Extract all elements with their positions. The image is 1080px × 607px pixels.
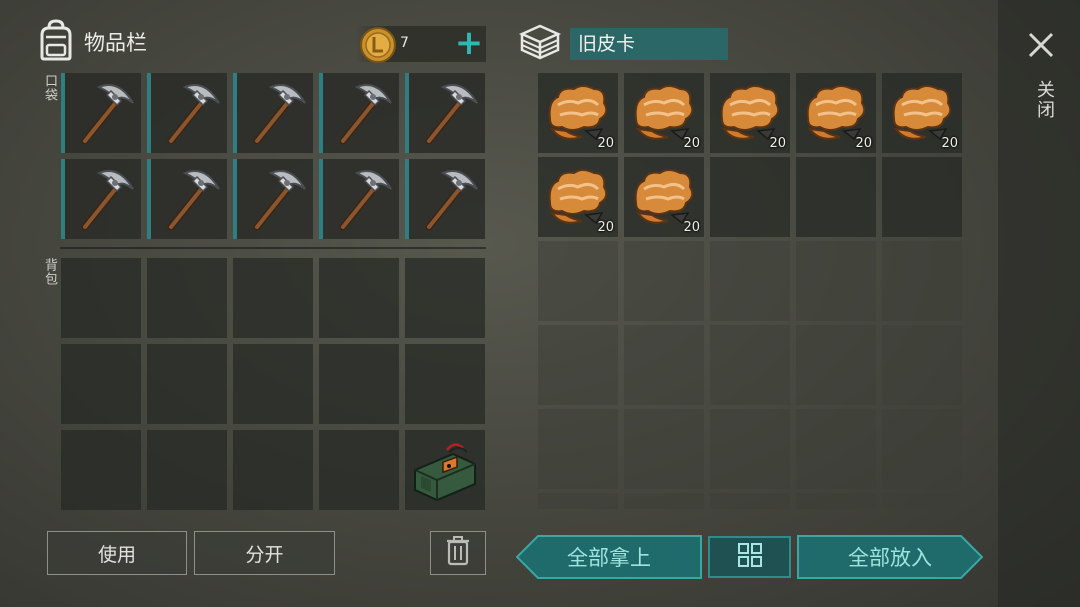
split-button[interactable]: 分开 (194, 531, 335, 575)
backpack-slot[interactable] (405, 344, 485, 424)
container-slot-empty[interactable] (538, 325, 618, 405)
container-slot[interactable]: 20 (538, 157, 618, 237)
container-slot-empty[interactable] (882, 493, 962, 509)
put-all-button[interactable]: 全部放入 (797, 535, 983, 579)
backpack-slot[interactable] (405, 430, 485, 510)
container-slot-empty[interactable] (624, 325, 704, 405)
container-slot-empty[interactable] (710, 409, 790, 489)
pocket-slot[interactable] (147, 159, 227, 239)
backpack-slot[interactable] (147, 430, 227, 510)
backpack-slot[interactable] (319, 430, 399, 510)
close-label[interactable]: 关闭 (1031, 80, 1057, 120)
backpack-slot[interactable] (319, 258, 399, 338)
item-quantity: 20 (683, 220, 700, 235)
container-name: 旧皮卡 (570, 28, 728, 60)
container-slot-empty[interactable] (710, 241, 790, 321)
item-quantity: 20 (597, 220, 614, 235)
backpack-slot[interactable] (319, 344, 399, 424)
backpack-section-label: 背包 (42, 258, 57, 286)
pocket-slot[interactable] (319, 159, 399, 239)
add-currency-button[interactable]: + (452, 26, 486, 62)
container-slot[interactable] (796, 157, 876, 237)
backpack-slot[interactable] (233, 430, 313, 510)
container-slot-empty[interactable] (796, 241, 876, 321)
trash-button[interactable] (430, 531, 486, 575)
inventory-title: 物品栏 (84, 31, 147, 55)
container-slot[interactable]: 20 (538, 73, 618, 153)
pocket-slot[interactable] (233, 73, 313, 153)
put-all-label: 全部放入 (848, 546, 932, 570)
container-slot-empty[interactable] (710, 325, 790, 405)
item-quantity: 20 (769, 136, 786, 151)
container-slot-empty[interactable] (882, 409, 962, 489)
backpack-slot[interactable] (61, 344, 141, 424)
coin-icon (358, 25, 398, 69)
backpack-slot[interactable] (147, 258, 227, 338)
container-header: 旧皮卡 (518, 22, 728, 66)
section-divider (60, 247, 486, 249)
container-slot[interactable]: 20 (624, 73, 704, 153)
container-slot[interactable]: 20 (882, 73, 962, 153)
container-slot-empty[interactable] (796, 493, 876, 509)
currency-display: 7 + (356, 26, 486, 63)
pocket-slot[interactable] (233, 159, 313, 239)
trash-icon (446, 536, 470, 570)
backpack-slot[interactable] (233, 344, 313, 424)
backpack-slot[interactable] (405, 258, 485, 338)
backpack-icon (36, 19, 76, 65)
close-button[interactable] (1018, 22, 1064, 68)
pocket-slot[interactable] (61, 159, 141, 239)
container-slot-empty[interactable] (882, 325, 962, 405)
container-slot-empty[interactable] (710, 493, 790, 509)
container-slot-empty[interactable] (796, 409, 876, 489)
container-slot-empty[interactable] (796, 325, 876, 405)
pocket-slot[interactable] (61, 73, 141, 153)
take-all-label: 全部拿上 (567, 546, 651, 570)
container-slot-empty[interactable] (538, 409, 618, 489)
container-slot[interactable]: 20 (710, 73, 790, 153)
pocket-slot[interactable] (147, 73, 227, 153)
container-slot[interactable] (710, 157, 790, 237)
item-quantity: 20 (683, 136, 700, 151)
container-slot-empty[interactable] (624, 493, 704, 509)
container-slot-empty[interactable] (624, 241, 704, 321)
container-slot[interactable]: 20 (624, 157, 704, 237)
container-slot-empty[interactable] (882, 241, 962, 321)
backpack-slot[interactable] (61, 258, 141, 338)
crate-icon (518, 22, 562, 66)
item-quantity: 20 (941, 136, 958, 151)
backpack-slot[interactable] (233, 258, 313, 338)
pocket-section-label: 口袋 (42, 74, 57, 102)
container-slot[interactable] (882, 157, 962, 237)
backpack-slot[interactable] (61, 430, 141, 510)
use-button[interactable]: 使用 (47, 531, 187, 575)
grid-layout-icon (737, 542, 763, 572)
take-all-button[interactable]: 全部拿上 (516, 535, 702, 579)
container-slot[interactable]: 20 (796, 73, 876, 153)
backpack-slot[interactable] (147, 344, 227, 424)
pocket-slot[interactable] (405, 159, 485, 239)
layout-toggle-button[interactable] (708, 536, 791, 578)
item-quantity: 20 (855, 136, 872, 151)
currency-amount: 7 (400, 35, 409, 51)
container-slot-empty[interactable] (538, 241, 618, 321)
close-icon (1018, 32, 1064, 72)
item-quantity: 20 (597, 136, 614, 151)
container-slot-empty[interactable] (538, 493, 618, 509)
pocket-slot[interactable] (319, 73, 399, 153)
pocket-slot[interactable] (405, 73, 485, 153)
inventory-header: 物品栏 (36, 19, 147, 65)
container-slot-empty[interactable] (624, 409, 704, 489)
